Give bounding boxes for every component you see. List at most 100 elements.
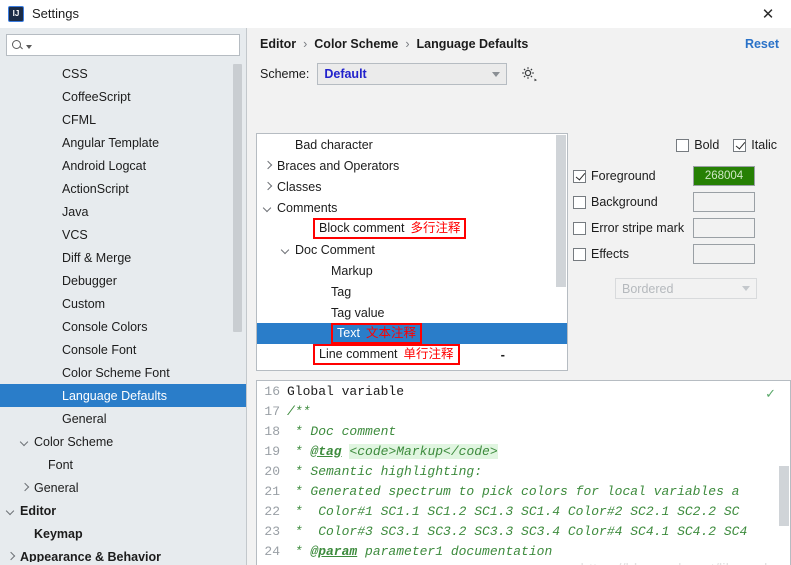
chevron-right-icon[interactable] bbox=[261, 369, 275, 371]
code-line: 21 * Generated spectrum to pick colors f… bbox=[257, 481, 790, 501]
background-color-swatch[interactable] bbox=[693, 192, 755, 212]
gear-icon[interactable] bbox=[519, 64, 539, 84]
sidebar-item-general[interactable]: General bbox=[0, 476, 246, 499]
sidebar-item-color-scheme-font[interactable]: Color Scheme Font bbox=[0, 361, 246, 384]
code-token: * Semantic highlighting: bbox=[287, 463, 483, 479]
attribute-item-identifiers[interactable]: Identifiers bbox=[257, 365, 567, 371]
attributes-scrollbar-thumb[interactable] bbox=[556, 135, 566, 287]
effect-type-select[interactable]: Bordered bbox=[615, 278, 757, 299]
settings-category-tree[interactable]: CSS CoffeeScript CFML Angular Template Andro… bbox=[0, 62, 246, 562]
code-text: * @param parameter1 documentation bbox=[287, 544, 552, 559]
color-attributes-list[interactable]: Bad character Braces and Operators Classes… bbox=[257, 134, 567, 371]
code-token: * bbox=[287, 543, 311, 559]
sidebar-item-appearance-behavior[interactable]: Appearance & Behavior bbox=[0, 545, 246, 563]
bold-checkbox[interactable]: Bold bbox=[676, 138, 719, 152]
line-number: 22 bbox=[264, 503, 280, 519]
search-box[interactable] bbox=[6, 34, 240, 56]
attribute-item-tag-value[interactable]: Tag value bbox=[257, 302, 567, 323]
sidebar-scrollbar-thumb[interactable] bbox=[233, 64, 242, 332]
sidebar-item-general[interactable]: General bbox=[0, 407, 246, 430]
code-text: /** bbox=[287, 404, 310, 419]
chevron-down-icon[interactable] bbox=[261, 201, 275, 215]
code-token: @tag bbox=[310, 443, 342, 459]
effects-row: Effects bbox=[573, 241, 783, 267]
effect-type-value: Bordered bbox=[622, 281, 674, 296]
attribute-item-doc-comment[interactable]: Doc Comment bbox=[257, 239, 567, 260]
chevron-down-icon[interactable] bbox=[26, 44, 32, 49]
red-highlight-box: Block comment 多行注释 bbox=[313, 218, 467, 239]
attribute-label: Text bbox=[337, 326, 360, 340]
error-stripe-color-swatch[interactable] bbox=[693, 218, 755, 238]
background-checkbox[interactable]: Background bbox=[573, 195, 658, 209]
sidebar-item-debugger[interactable]: Debugger bbox=[0, 269, 246, 292]
breadcrumb-item[interactable]: Editor bbox=[260, 37, 296, 51]
sidebar-item-font[interactable]: Font bbox=[0, 453, 246, 476]
attribute-label-wrap: Doc Comment bbox=[295, 243, 375, 257]
settings-window: Settings ✕ CSS CoffeeScript CFML Angular Te… bbox=[0, 0, 791, 565]
preview-scrollbar-thumb[interactable] bbox=[779, 466, 789, 526]
sidebar-item-editor[interactable]: Editor bbox=[0, 499, 246, 522]
chevron-right-icon[interactable] bbox=[18, 481, 32, 495]
error-stripe-checkbox[interactable]: Error stripe mark bbox=[573, 221, 684, 235]
close-icon[interactable]: ✕ bbox=[745, 0, 791, 28]
chinese-annotation-label: 文本注释 bbox=[365, 326, 416, 340]
chevron-down-icon[interactable] bbox=[279, 243, 293, 257]
chevron-right-icon[interactable] bbox=[4, 550, 18, 563]
attribute-item-block-comment[interactable]: Block comment 多行注释 bbox=[257, 218, 567, 239]
inspection-ok-icon[interactable]: ✓ bbox=[765, 386, 776, 402]
attribute-label: Tag value bbox=[331, 305, 385, 320]
sidebar-item-angular-template[interactable]: Angular Template bbox=[0, 131, 246, 154]
effects-color-swatch[interactable] bbox=[693, 244, 755, 264]
effects-checkbox[interactable]: Effects bbox=[573, 247, 629, 261]
sidebar-item-language-defaults[interactable]: Language Defaults bbox=[0, 384, 246, 407]
sidebar-item-java[interactable]: Java bbox=[0, 200, 246, 223]
sidebar-item-console-colors[interactable]: Console Colors bbox=[0, 315, 246, 338]
chevron-right-icon[interactable] bbox=[261, 180, 275, 194]
line-number: 20 bbox=[264, 463, 280, 479]
sidebar-scrollbar-track[interactable] bbox=[233, 62, 244, 562]
chevron-down-icon[interactable] bbox=[18, 435, 32, 449]
sidebar-item-keymap[interactable]: Keymap bbox=[0, 522, 246, 545]
attribute-item-text[interactable]: Text 文本注释 bbox=[257, 323, 567, 344]
sidebar-item-vcs[interactable]: VCS bbox=[0, 223, 246, 246]
attribute-item-classes[interactable]: Classes bbox=[257, 176, 567, 197]
title-bar: Settings ✕ bbox=[0, 0, 791, 28]
foreground-color-swatch[interactable]: 268004 bbox=[693, 166, 755, 186]
attribute-item-markup[interactable]: Markup bbox=[257, 260, 567, 281]
attribute-item-braces-and-operators[interactable]: Braces and Operators bbox=[257, 155, 567, 176]
sidebar-item-cfml[interactable]: CFML bbox=[0, 108, 246, 131]
effects-label: Effects bbox=[591, 247, 629, 261]
line-number: 24 bbox=[264, 543, 280, 559]
italic-checkbox[interactable]: Italic bbox=[733, 138, 777, 152]
sidebar-item-android-logcat[interactable]: Android Logcat bbox=[0, 154, 246, 177]
reset-link[interactable]: Reset bbox=[745, 37, 779, 51]
attribute-item-comments[interactable]: Comments bbox=[257, 197, 567, 218]
line-number: 21 bbox=[264, 483, 280, 499]
sidebar-item-label: Custom bbox=[62, 296, 106, 311]
sidebar-item-custom[interactable]: Custom bbox=[0, 292, 246, 315]
sidebar-item-diff-merge[interactable]: Diff & Merge bbox=[0, 246, 246, 269]
line-number: 19 bbox=[264, 443, 280, 459]
chevron-down-icon[interactable] bbox=[4, 504, 18, 518]
chevron-right-icon[interactable] bbox=[261, 159, 275, 173]
sidebar-item-color-scheme[interactable]: Color Scheme bbox=[0, 430, 246, 453]
attribute-item-line-comment[interactable]: Line comment 单行注释 - bbox=[257, 344, 567, 365]
color-attributes-tree[interactable]: Bad character Braces and Operators Classes… bbox=[256, 133, 568, 371]
scheme-select[interactable]: Default bbox=[317, 63, 508, 85]
breadcrumb-item[interactable]: Color Scheme bbox=[314, 37, 398, 51]
sidebar-item-css[interactable]: CSS bbox=[0, 62, 246, 85]
search-input[interactable] bbox=[36, 36, 239, 54]
sidebar-item-console-font[interactable]: Console Font bbox=[0, 338, 246, 361]
attribute-item-bad-character[interactable]: Bad character bbox=[257, 134, 567, 155]
foreground-checkbox[interactable]: Foreground bbox=[573, 169, 656, 183]
attribute-item-tag[interactable]: Tag bbox=[257, 281, 567, 302]
sidebar-item-actionscript[interactable]: ActionScript bbox=[0, 177, 246, 200]
code-token: Global variable bbox=[287, 383, 405, 399]
sidebar-item-coffeescript[interactable]: CoffeeScript bbox=[0, 85, 246, 108]
code-preview[interactable]: 16 Global variable 17/** 18 * Doc comment 19… bbox=[256, 380, 791, 565]
breadcrumb-item[interactable]: Language Defaults bbox=[417, 37, 529, 51]
